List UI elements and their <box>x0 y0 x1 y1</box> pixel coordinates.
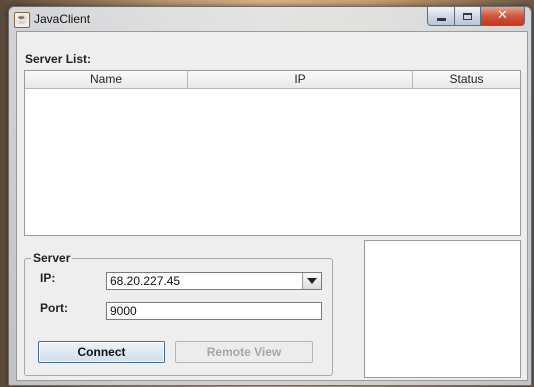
ip-combobox[interactable]: 68.20.227.45 <box>106 272 322 290</box>
table-header: Name IP Status <box>25 71 520 89</box>
window-title: JavaClient <box>34 12 91 26</box>
java-cup-icon: ☕ <box>14 12 30 28</box>
server-list-label: Server List: <box>25 52 92 66</box>
close-button[interactable]: ✕ <box>481 7 525 26</box>
column-header-name[interactable]: Name <box>25 71 188 88</box>
connect-button[interactable]: Connect <box>38 341 165 363</box>
server-list-table[interactable]: Name IP Status <box>24 70 521 236</box>
title-bar[interactable]: ☕ JavaClient ✕ <box>9 7 531 31</box>
ip-dropdown-button[interactable] <box>302 273 321 289</box>
ip-label: IP: <box>40 271 56 285</box>
window-controls: ✕ <box>427 7 525 27</box>
preview-panel <box>364 240 521 378</box>
port-input[interactable] <box>106 302 322 320</box>
maximize-icon <box>463 12 472 20</box>
column-header-status[interactable]: Status <box>413 71 520 88</box>
chevron-down-icon <box>307 278 317 284</box>
remote-view-button[interactable]: Remote View <box>175 341 313 363</box>
client-content-panel: Server List: Name IP Status Server IP: 6… <box>16 31 528 381</box>
column-header-ip[interactable]: IP <box>188 71 413 88</box>
minimize-icon <box>436 17 446 21</box>
server-group-legend: Server <box>31 251 73 265</box>
maximize-button[interactable] <box>455 7 481 26</box>
server-settings-group: Server IP: 68.20.227.45 Port: Connect Re… <box>24 251 333 376</box>
ip-combobox-value: 68.20.227.45 <box>110 274 181 288</box>
port-label: Port: <box>40 301 68 315</box>
minimize-button[interactable] <box>427 7 455 26</box>
close-icon: ✕ <box>497 8 508 23</box>
app-window: ☕ JavaClient ✕ Server List: Name IP Stat… <box>8 6 532 386</box>
